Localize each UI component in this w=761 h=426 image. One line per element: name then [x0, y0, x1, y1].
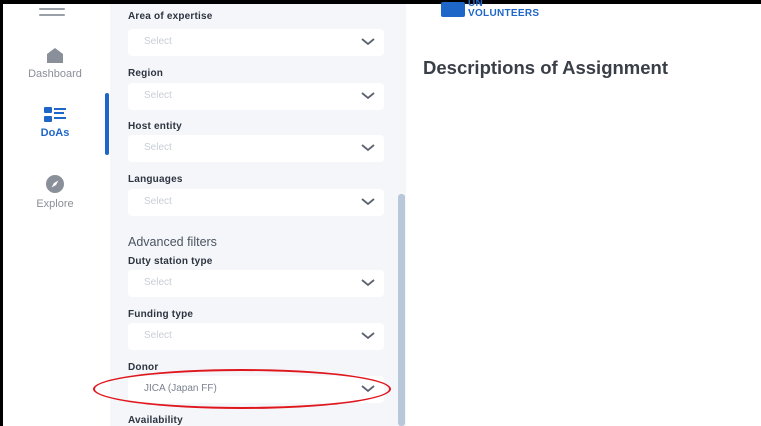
list-icon [44, 107, 66, 122]
chevron-down-icon [361, 332, 375, 340]
area-of-expertise-select[interactable]: Select [128, 29, 384, 56]
active-nav-indicator [105, 93, 109, 155]
select-placeholder: Select [144, 196, 172, 207]
filter-label-funding-type: Funding type [128, 309, 194, 320]
filter-label-donor: Donor [128, 362, 159, 373]
filter-panel-scrollbar[interactable] [398, 194, 405, 426]
compass-icon [46, 175, 64, 193]
nav-item-label: DoAs [40, 127, 70, 139]
host-entity-select[interactable]: Select [128, 135, 384, 162]
un-emblem-icon [441, 2, 465, 17]
select-placeholder: Select [144, 330, 172, 341]
select-placeholder: Select [144, 277, 172, 288]
region-select[interactable]: Select [128, 83, 384, 110]
nav-item-label: Explore [36, 198, 74, 210]
select-placeholder: Select [144, 142, 172, 153]
filter-label-region: Region [128, 68, 164, 79]
filter-label-duty-station-type: Duty station type [128, 256, 213, 267]
advanced-filters-heading: Advanced filters [128, 235, 217, 249]
languages-select[interactable]: Select [128, 189, 384, 216]
filter-label-languages: Languages [128, 174, 183, 185]
page-title: Descriptions of Assignment [423, 57, 668, 78]
duty-station-type-select[interactable]: Select [128, 270, 384, 297]
chevron-down-icon [361, 38, 375, 46]
filter-label-host-entity: Host entity [128, 121, 182, 132]
logo-text: UN VOLUNTEERS [468, 0, 539, 19]
chevron-down-icon [361, 144, 375, 152]
side-navigation: Dashboard DoAs Explore [3, 4, 109, 426]
select-placeholder: Select [144, 36, 172, 47]
select-placeholder: Select [144, 90, 172, 101]
nav-item-doas[interactable]: DoAs [3, 107, 107, 139]
filter-label-availability: Availability [128, 415, 183, 426]
logo-line-2: VOLUNTEERS [468, 8, 540, 19]
chevron-down-icon [361, 198, 375, 206]
nav-item-explore[interactable]: Explore [3, 174, 107, 210]
nav-item-label: Dashboard [28, 68, 82, 80]
chevron-down-icon [361, 279, 375, 287]
funding-type-select[interactable]: Select [128, 323, 384, 350]
filter-label-area-of-expertise: Area of expertise [128, 11, 213, 22]
nav-item-dashboard[interactable]: Dashboard [3, 46, 107, 80]
red-highlight-annotation [93, 369, 391, 409]
home-icon [47, 48, 63, 63]
hamburger-menu-icon[interactable] [39, 8, 65, 22]
chevron-down-icon [361, 92, 375, 100]
